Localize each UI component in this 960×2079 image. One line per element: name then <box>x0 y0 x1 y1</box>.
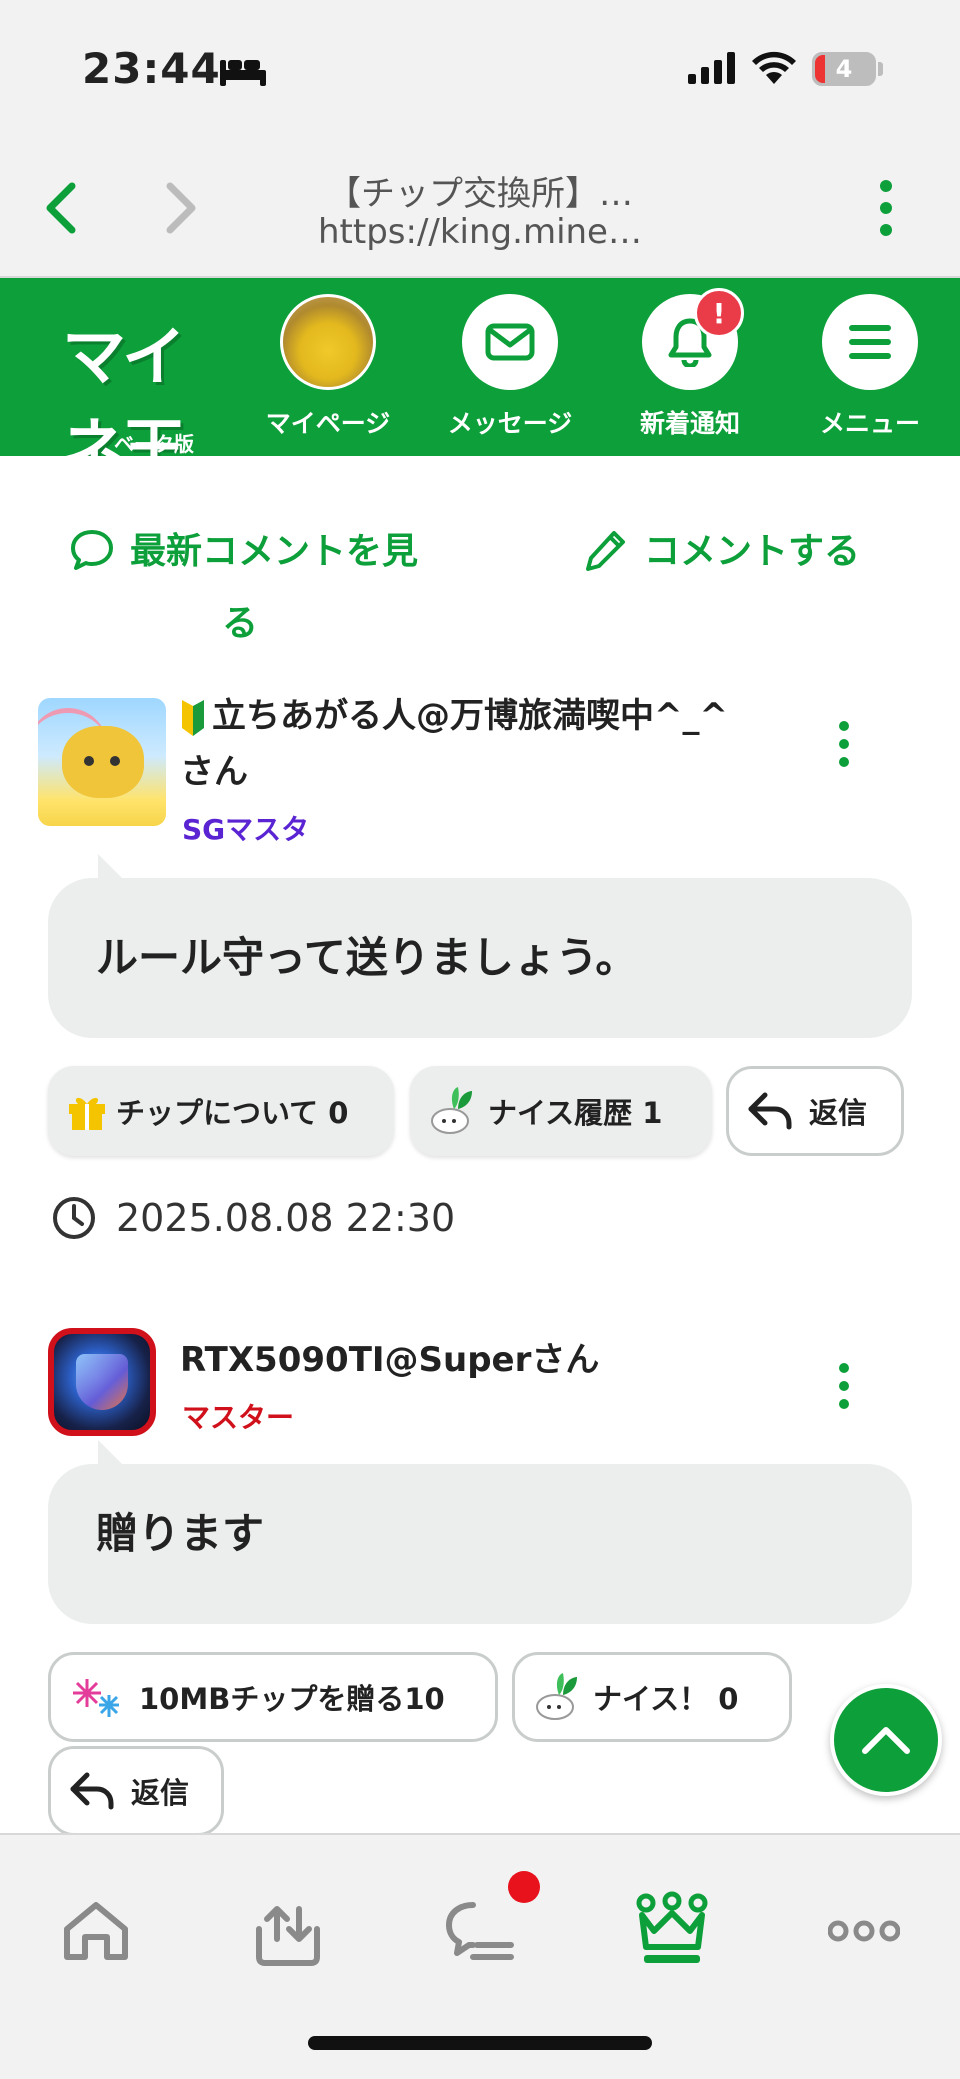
comment-timestamp: 2025.08.08 22:30 <box>52 1196 455 1240</box>
nav-message[interactable]: メッセージ <box>440 294 580 440</box>
page-title: 【チップ交換所】… <box>327 174 633 214</box>
comment-username-line1: 立ちあがる人@万博旅満喫中^_^ <box>212 696 728 736</box>
reply-button[interactable]: 返信 <box>48 1746 224 1833</box>
cellular-signal-icon <box>688 52 735 84</box>
forward-arrow-icon[interactable] <box>160 180 200 236</box>
comment-username-line2: さん <box>180 752 248 792</box>
avatar <box>280 294 376 390</box>
comment-avatar[interactable] <box>48 1328 156 1436</box>
chat-unread-badge <box>508 1871 540 1903</box>
browser-toolbar: 【チップ交換所】… https://king.mine… <box>0 140 960 278</box>
tab-king[interactable] <box>622 1881 722 1981</box>
chip-info-button[interactable]: チップについて 0 <box>48 1066 394 1156</box>
more-vertical-icon[interactable] <box>876 178 896 238</box>
view-latest-line2: る <box>221 603 258 644</box>
nav-message-label: メッセージ <box>447 409 573 438</box>
crown-icon <box>636 1891 708 1963</box>
scroll-to-top-button[interactable] <box>830 1684 942 1796</box>
speech-bubble-icon <box>71 530 113 570</box>
comment-more-icon[interactable] <box>836 720 852 768</box>
home-indicator <box>308 2036 652 2050</box>
nice-button[interactable]: ナイス！ 0 <box>512 1652 792 1742</box>
gift-chip-label: 10MBチップを贈る10 <box>139 1682 445 1716</box>
comment-text: 贈ります <box>96 1509 265 1558</box>
user-rank: マスター <box>182 1401 295 1434</box>
mascot-icon <box>431 1087 472 1134</box>
home-icon <box>64 1902 128 1960</box>
url-field[interactable]: https://king.mine… <box>290 212 670 252</box>
tab-home[interactable] <box>46 1881 146 1981</box>
comment-body: 贈ります <box>48 1440 912 1624</box>
upload-tray-icon <box>256 1906 320 1966</box>
nice-history-button[interactable]: ナイス履歴 1 <box>410 1066 712 1156</box>
reply-button[interactable]: 返信 <box>726 1066 904 1156</box>
comment-username[interactable]: RTX5090TI@Superさん <box>180 1332 599 1381</box>
timestamp-text: 2025.08.08 22:30 <box>116 1196 456 1240</box>
clock-icon <box>53 1197 95 1239</box>
nice-history-label: ナイス履歴 1 <box>488 1096 663 1130</box>
post-comment-link[interactable]: コメントする <box>584 516 860 588</box>
view-latest-line1: 最新コメントを見 <box>130 531 419 572</box>
reply-arrow-icon <box>70 1772 114 1810</box>
fireworks-icon <box>73 1679 119 1717</box>
comment-username[interactable]: 立ちあがる人@万博旅満喫中^_^ さん <box>180 688 780 800</box>
comment-body: ルール守って送りましょう。 <box>48 854 912 1038</box>
nav-mypage-label: マイページ <box>265 409 391 438</box>
hamburger-menu-icon <box>849 325 891 359</box>
gift-icon <box>69 1097 105 1130</box>
nav-menu-label: メニュー <box>819 409 920 438</box>
status-time: 23:44 <box>82 44 221 93</box>
mail-icon <box>485 323 535 361</box>
battery-icon: 4 <box>812 52 876 86</box>
chevron-up-icon <box>862 1727 910 1754</box>
comment-avatar[interactable] <box>38 698 166 826</box>
tab-more[interactable] <box>814 1881 914 1981</box>
status-bar: 23:44 4 <box>0 0 960 140</box>
mascot-icon <box>536 1673 577 1720</box>
battery-level: 4 <box>835 55 853 83</box>
notification-badge: ! <box>694 288 744 338</box>
comment-more-icon[interactable] <box>836 1362 852 1410</box>
site-header: マイネ王 ベータ版 マイページ メッセージ ! 新着通知 メニュー <box>0 278 960 487</box>
reply-label: 返信 <box>131 1776 190 1810</box>
wifi-icon <box>752 51 796 84</box>
more-horizontal-icon <box>828 1920 900 1942</box>
gift-chip-button[interactable]: 10MBチップを贈る10 <box>48 1652 498 1742</box>
comment-text: ルール守って送りましょう。 <box>96 933 638 982</box>
chip-info-label: チップについて 0 <box>116 1096 349 1130</box>
comments-section: 最新コメントを見 る コメントする 立ちあがる人@万博旅満喫中^_^ さん SG… <box>0 456 960 1833</box>
chat-bubble-icon <box>446 1902 514 1960</box>
back-arrow-icon[interactable] <box>42 180 82 236</box>
pencil-icon <box>586 531 625 571</box>
site-logo[interactable]: マイネ王 ベータ版 <box>62 306 226 487</box>
reply-label: 返信 <box>809 1096 868 1130</box>
tab-share[interactable] <box>238 1881 338 1981</box>
nice-label: ナイス！ 0 <box>593 1682 739 1716</box>
sleep-mode-icon <box>220 60 266 86</box>
view-latest-comments-link[interactable]: 最新コメントを見 る <box>70 516 430 660</box>
nav-notifications-label: 新着通知 <box>639 409 740 438</box>
reply-arrow-icon <box>748 1092 792 1130</box>
beginner-mark-icon <box>182 699 204 736</box>
user-rank: SGマスタ <box>182 813 310 846</box>
nav-menu[interactable]: メニュー <box>800 294 940 440</box>
logo-beta: ベータ版 <box>114 432 194 456</box>
nav-notifications[interactable]: ! 新着通知 <box>620 288 760 440</box>
nav-mypage[interactable]: マイページ <box>258 294 398 440</box>
